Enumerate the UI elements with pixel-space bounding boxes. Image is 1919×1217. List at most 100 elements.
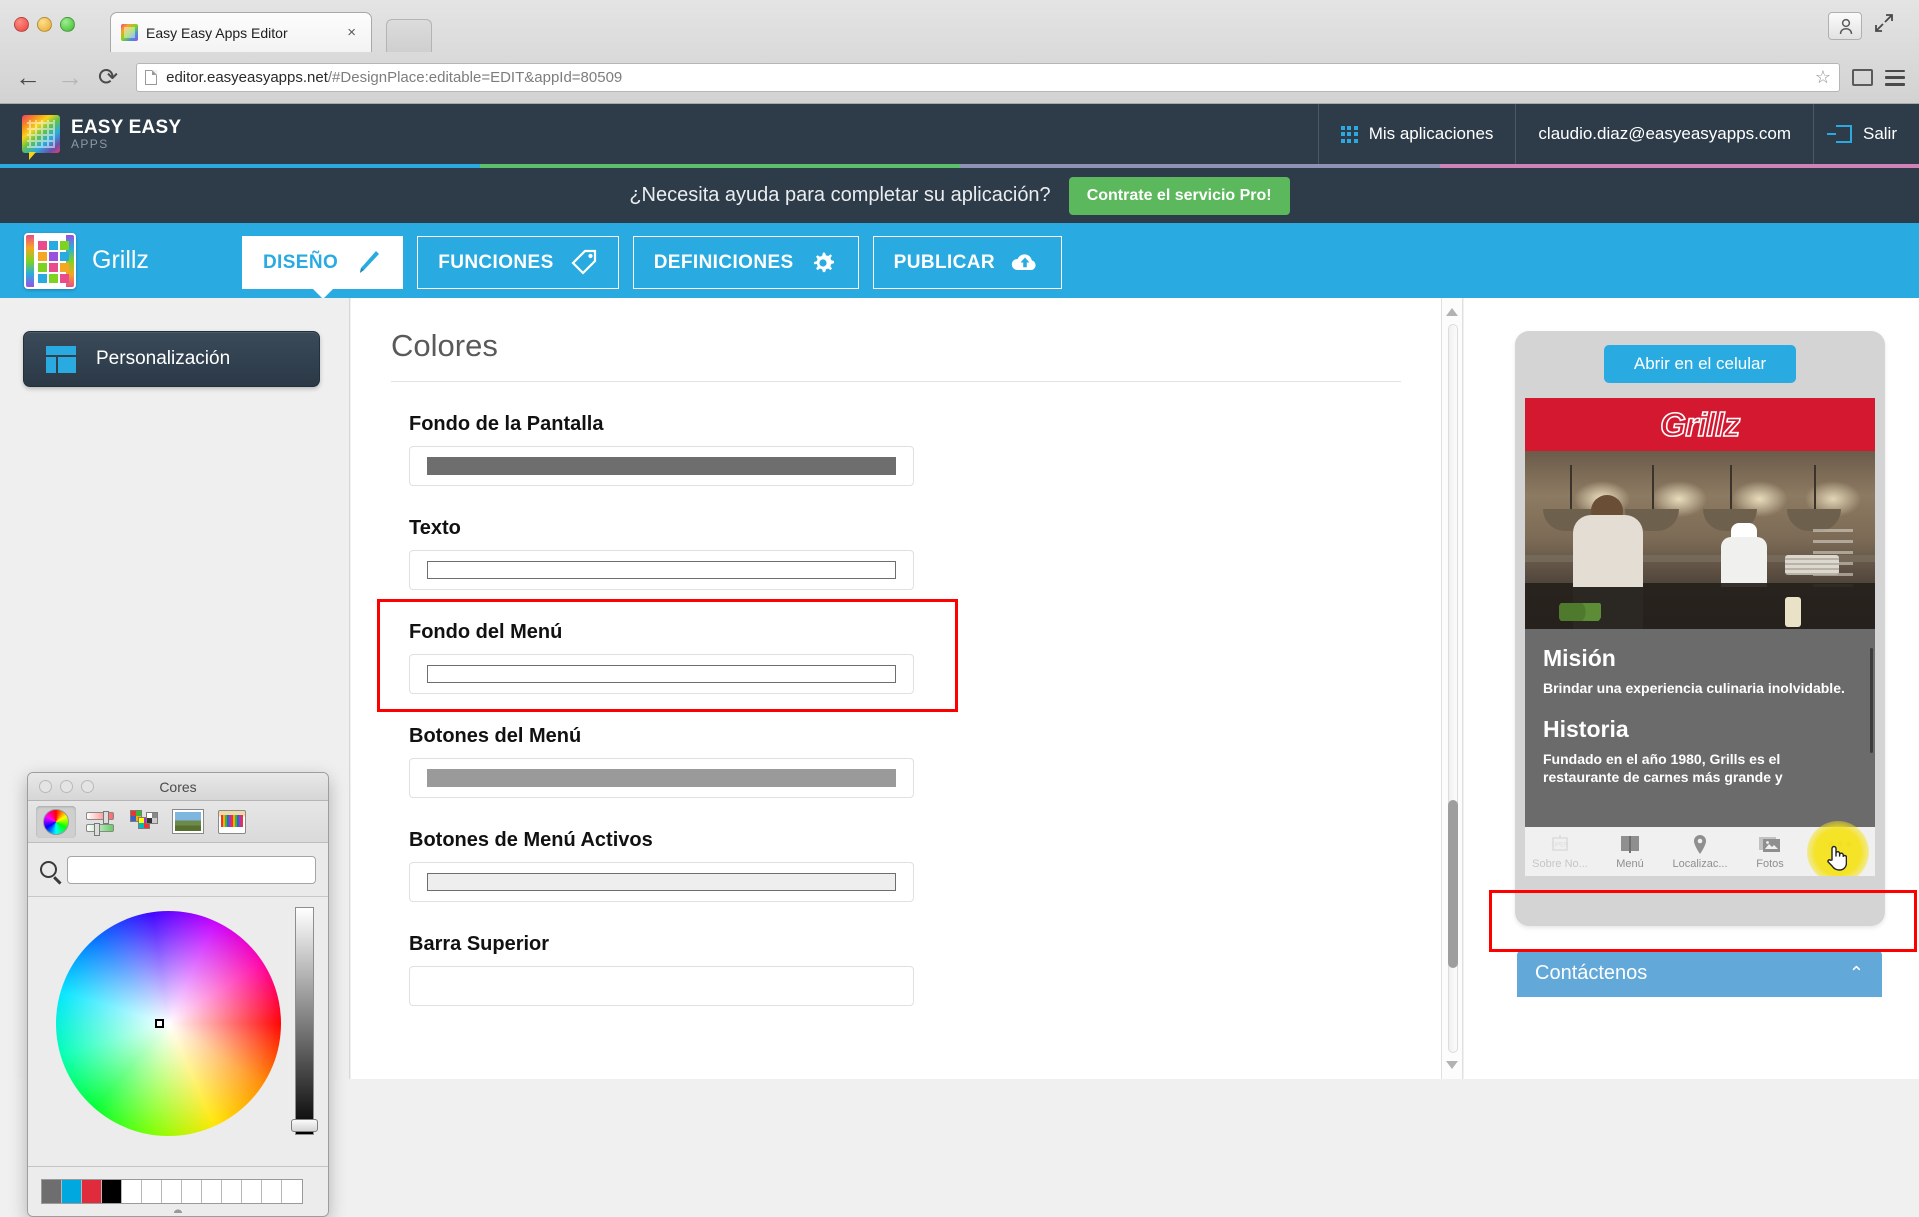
svg-text:OPEN: OPEN [1551,843,1568,849]
app-brand-bar: Grillz [1525,398,1875,451]
phone-tab-localizacion[interactable]: Localizac... [1665,834,1735,870]
close-window-icon[interactable] [14,17,29,32]
hire-pro-service-button[interactable]: Contrate el servicio Pro! [1069,177,1290,215]
swatch-strip[interactable] [28,1166,328,1216]
user-account-link[interactable]: claudio.diaz@easyeasyapps.com [1515,104,1813,164]
reload-icon[interactable]: ⟳ [98,63,118,92]
tab-funciones[interactable]: FUNCIONES [417,236,619,289]
color-wheel-cursor[interactable] [155,1019,164,1028]
tab-diseno[interactable]: DISEÑO [242,236,403,289]
maximize-window-button[interactable] [1873,12,1907,40]
swatch-red[interactable] [82,1180,102,1203]
zoom-window-icon[interactable] [60,17,75,32]
page-info-icon[interactable] [145,70,157,85]
color-swatch-button[interactable] [409,862,914,902]
phone-tab-label: Localizac... [1672,858,1727,870]
scroll-down-icon[interactable] [1446,1061,1458,1069]
color-picker-window[interactable]: Cores [27,772,329,1217]
minimize-window-icon[interactable] [37,17,52,32]
mode-color-wheel[interactable] [36,806,76,838]
color-swatch-button[interactable] [409,966,914,1006]
forward-icon[interactable]: → [56,62,84,93]
phone-screen: Grillz Misión Brindar una ex [1525,398,1875,876]
mode-crayons[interactable] [212,806,252,838]
swatch-empty[interactable] [162,1180,182,1203]
menu-icon[interactable] [1885,70,1905,86]
field-label: Barra Superior [409,933,1441,956]
color-swatch-button[interactable] [409,654,914,694]
swatch-empty[interactable] [182,1180,202,1203]
tab-publicar[interactable]: PUBLICAR [873,236,1062,289]
color-wheel-control[interactable] [56,911,281,1136]
resize-grip[interactable] [171,1207,185,1213]
color-value-bar [427,457,896,475]
window-mode-icon[interactable] [1852,69,1873,86]
app-thumbnail-icon [24,233,76,289]
phone-tab-menu[interactable]: Menú [1595,834,1665,870]
user-profile-button[interactable] [1828,12,1862,40]
close-icon[interactable]: × [342,24,361,41]
color-swatch-button[interactable] [409,446,914,486]
swatch-empty[interactable] [282,1180,302,1203]
back-icon[interactable]: ← [14,62,42,93]
browser-tab[interactable]: Easy Easy Apps Editor × [110,12,372,52]
swatch-gray[interactable] [42,1180,62,1203]
logout-link[interactable]: Salir [1813,104,1919,164]
window-traffic-lights[interactable] [14,17,75,32]
phone-tab-fotos[interactable]: Fotos [1735,834,1805,870]
app-identity: Grillz [24,233,149,289]
color-wheel-area[interactable] [28,897,328,1166]
swatch-empty[interactable] [222,1180,242,1203]
field-barra-superior: Barra Superior [409,933,1441,1006]
address-bar[interactable]: editor.easyeasyapps.net/#DesignPlace:edi… [136,63,1840,92]
swatch-empty[interactable] [242,1180,262,1203]
swatch-empty[interactable] [122,1180,142,1203]
swatch-empty[interactable] [262,1180,282,1203]
palettes-icon [130,810,158,834]
new-tab-button[interactable] [386,19,432,52]
swatch-empty[interactable] [142,1180,162,1203]
my-applications-link[interactable]: Mis aplicaciones [1318,104,1516,164]
main-scrollbar[interactable] [1441,298,1463,1079]
scrollbar-thumb[interactable] [1448,800,1458,968]
favicon-icon [121,24,138,41]
user-email-label: claudio.diaz@easyeasyapps.com [1538,124,1791,144]
mode-palettes[interactable] [124,806,164,838]
color-picker-title: Cores [28,779,328,795]
sidebar-item-personalizacion[interactable]: Personalización [23,331,320,387]
swatch-row[interactable] [41,1179,303,1204]
bookmark-star-icon[interactable]: ☆ [1815,67,1831,88]
tab-definiciones[interactable]: DEFINICIONES [633,236,859,289]
easyeasy-logo-icon [22,115,60,153]
color-picker-search-row [28,843,328,897]
color-value-bar [427,873,896,891]
swatch-black[interactable] [102,1180,122,1203]
swatch-cyan[interactable] [62,1180,82,1203]
color-picker-titlebar: Cores [28,773,328,801]
scroll-up-icon[interactable] [1446,308,1458,316]
url-host: editor.easyeasyapps.net [166,69,328,86]
header-actions: Mis aplicaciones claudio.diaz@easyeasyap… [1318,104,1919,164]
browser-toolbar: ← → ⟳ editor.easyeasyapps.net/#DesignPla… [0,52,1919,103]
color-search-input[interactable] [67,856,316,884]
brand-logo[interactable]: EASY EASY APPS [22,115,181,153]
search-icon [40,861,57,878]
brightness-slider-knob[interactable] [291,1119,318,1132]
chevron-up-icon[interactable]: ⌃ [1849,963,1864,984]
phone-tab-sobre-nosotros[interactable]: OPEN Sobre No... [1525,834,1595,870]
left-sidebar: Personalización Cores [0,298,350,1079]
brightness-slider[interactable] [295,907,314,1135]
color-swatch-button[interactable] [409,550,914,590]
hand-cursor-icon [1825,844,1847,872]
contact-us-bar[interactable]: Contáctenos ⌃ [1517,950,1882,997]
hero-image [1525,451,1875,629]
color-swatch-button[interactable] [409,758,914,798]
mode-sliders[interactable] [80,806,120,838]
paintbrush-icon [352,248,382,278]
swatch-empty[interactable] [202,1180,222,1203]
phone-content-scrollbar[interactable] [1870,648,1873,753]
tab-funciones-label: FUNCIONES [438,252,554,274]
mode-image-palette[interactable] [168,806,208,838]
open-on-mobile-button[interactable]: Abrir en el celular [1604,345,1796,383]
promo-text: ¿Necesita ayuda para completar su aplica… [629,184,1050,207]
